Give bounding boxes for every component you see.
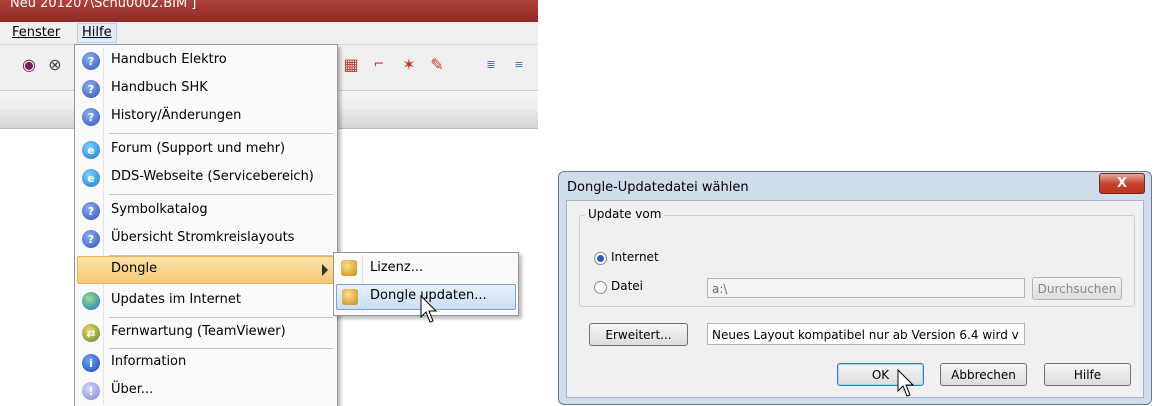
menu-item-forum[interactable]: e Forum (Support und mehr) (77, 136, 335, 164)
window-title: Neu 201207\Schu0002.BIM ] (10, 0, 197, 11)
menu-item-handbuch-elektro[interactable]: ? Handbuch Elektro (77, 47, 335, 75)
close-button[interactable]: X (1099, 173, 1145, 194)
globe-web-icon: e (82, 169, 100, 187)
globe-web-icon: e (82, 141, 100, 159)
advanced-button[interactable]: Erweitert... (589, 323, 688, 346)
help-icon: ? (82, 230, 100, 248)
table-tool-icon[interactable]: ▦ (340, 53, 362, 75)
teamviewer-icon: ⇄ (82, 324, 100, 342)
menu-item-information[interactable]: i Information (77, 349, 335, 377)
dialog-title: Dongle-Updatedatei wählen (567, 180, 749, 195)
info-text-field: Neues Layout kompatibel nur ab Version 6… (707, 323, 1025, 345)
person-tool-icon[interactable]: ✶ (398, 53, 420, 75)
menu-item-label: Über... (111, 382, 154, 397)
info-icon: i (82, 354, 100, 372)
menu-item-label: Forum (Support und mehr) (111, 141, 286, 156)
menu-separator (109, 194, 333, 195)
cancel-button[interactable]: Abbrechen (940, 363, 1027, 386)
help-button[interactable]: Hilfe (1044, 363, 1131, 386)
dongle-update-icon (342, 289, 358, 305)
menu-item-updates-internet[interactable]: Updates im Internet (77, 287, 335, 315)
radio-datei-label: Datei (611, 279, 644, 293)
menu-bar: Fenster Hilfe (0, 22, 538, 45)
menu-item-label: Information (111, 354, 187, 369)
help-menu-dropdown: ? Handbuch Elektro ? Handbuch SHK ? Hist… (74, 44, 338, 406)
menu-item-label: DDS-Webseite (Servicebereich) (111, 169, 314, 184)
bracket-tool-icon[interactable]: ⌐ (368, 53, 390, 75)
help-icon: ? (82, 52, 100, 70)
help-icon: ? (82, 108, 100, 126)
mouse-cursor-icon (420, 295, 438, 323)
menu-item-history[interactable]: ? History/Änderungen (77, 103, 335, 131)
menu-item-label: Fernwartung (TeamViewer) (111, 324, 286, 339)
menu-item-handbuch-shk[interactable]: ? Handbuch SHK (77, 75, 335, 103)
menu-item-fernwartung[interactable]: ⇄ Fernwartung (TeamViewer) (77, 319, 335, 347)
radio-internet[interactable] (594, 252, 607, 265)
menu-item-label: Symbolkatalog (111, 202, 208, 217)
submenu-item-lizenz[interactable]: Lizenz... (336, 256, 516, 282)
menu-item-symbolkatalog[interactable]: ? Symbolkatalog (77, 197, 335, 225)
view-eye-icon[interactable]: ◉ (18, 53, 40, 75)
browse-button[interactable]: Durchsuchen (1032, 277, 1122, 300)
menu-item-label: Übersicht Stromkreislayouts (111, 230, 295, 245)
menu-hilfe[interactable]: Hilfe (77, 23, 117, 43)
menu-fenster[interactable]: Fenster (8, 24, 64, 42)
menu-hilfe-label: Hilfe (82, 25, 112, 40)
text-tool-icon[interactable]: ≡ (508, 53, 530, 75)
mouse-cursor-icon (897, 369, 915, 397)
help-icon: ? (82, 202, 100, 220)
menu-fenster-label: Fenster (12, 25, 61, 40)
dialog-body: Update vom Internet Datei a:\ Durchsuche… (566, 200, 1144, 398)
license-icon (341, 260, 357, 276)
menu-item-label: Dongle (111, 261, 158, 276)
close-icon: X (1116, 176, 1128, 191)
number-tool-icon[interactable]: ≣ (480, 53, 502, 75)
group-label: Update vom (585, 207, 665, 221)
submenu-arrow-icon (322, 264, 328, 276)
hide-eye-icon[interactable]: ⊗ (44, 53, 66, 75)
menu-item-label: Handbuch Elektro (111, 52, 227, 67)
app-titlebar: Neu 201207\Schu0002.BIM ] (0, 0, 538, 22)
radio-datei[interactable] (594, 281, 607, 294)
menu-separator (109, 133, 333, 134)
earth-icon (82, 292, 100, 310)
about-icon: ! (82, 382, 100, 400)
file-path-field[interactable]: a:\ (707, 278, 1025, 298)
radio-internet-label: Internet (611, 250, 659, 264)
menu-item-label: History/Änderungen (111, 108, 242, 123)
menu-item-stromkreislayouts[interactable]: ? Übersicht Stromkreislayouts (77, 225, 335, 253)
help-icon: ? (82, 80, 100, 98)
menu-item-ueber[interactable]: ! Über... (77, 377, 335, 405)
menu-item-label: Updates im Internet (111, 292, 242, 307)
menu-item-label: Handbuch SHK (111, 80, 208, 95)
menu-item-dds-webseite[interactable]: e DDS-Webseite (Servicebereich) (77, 164, 335, 192)
application-window: Neu 201207\Schu0002.BIM ] Fenster Hilfe … (0, 0, 538, 406)
dongle-update-dialog: Dongle-Updatedatei wählen X Update vom I… (558, 171, 1152, 405)
edit-tool-icon[interactable]: ✎ (426, 53, 448, 75)
menu-item-dongle[interactable]: Dongle (77, 256, 335, 284)
submenu-item-label: Lizenz... (370, 260, 424, 275)
menu-separator (109, 317, 333, 318)
